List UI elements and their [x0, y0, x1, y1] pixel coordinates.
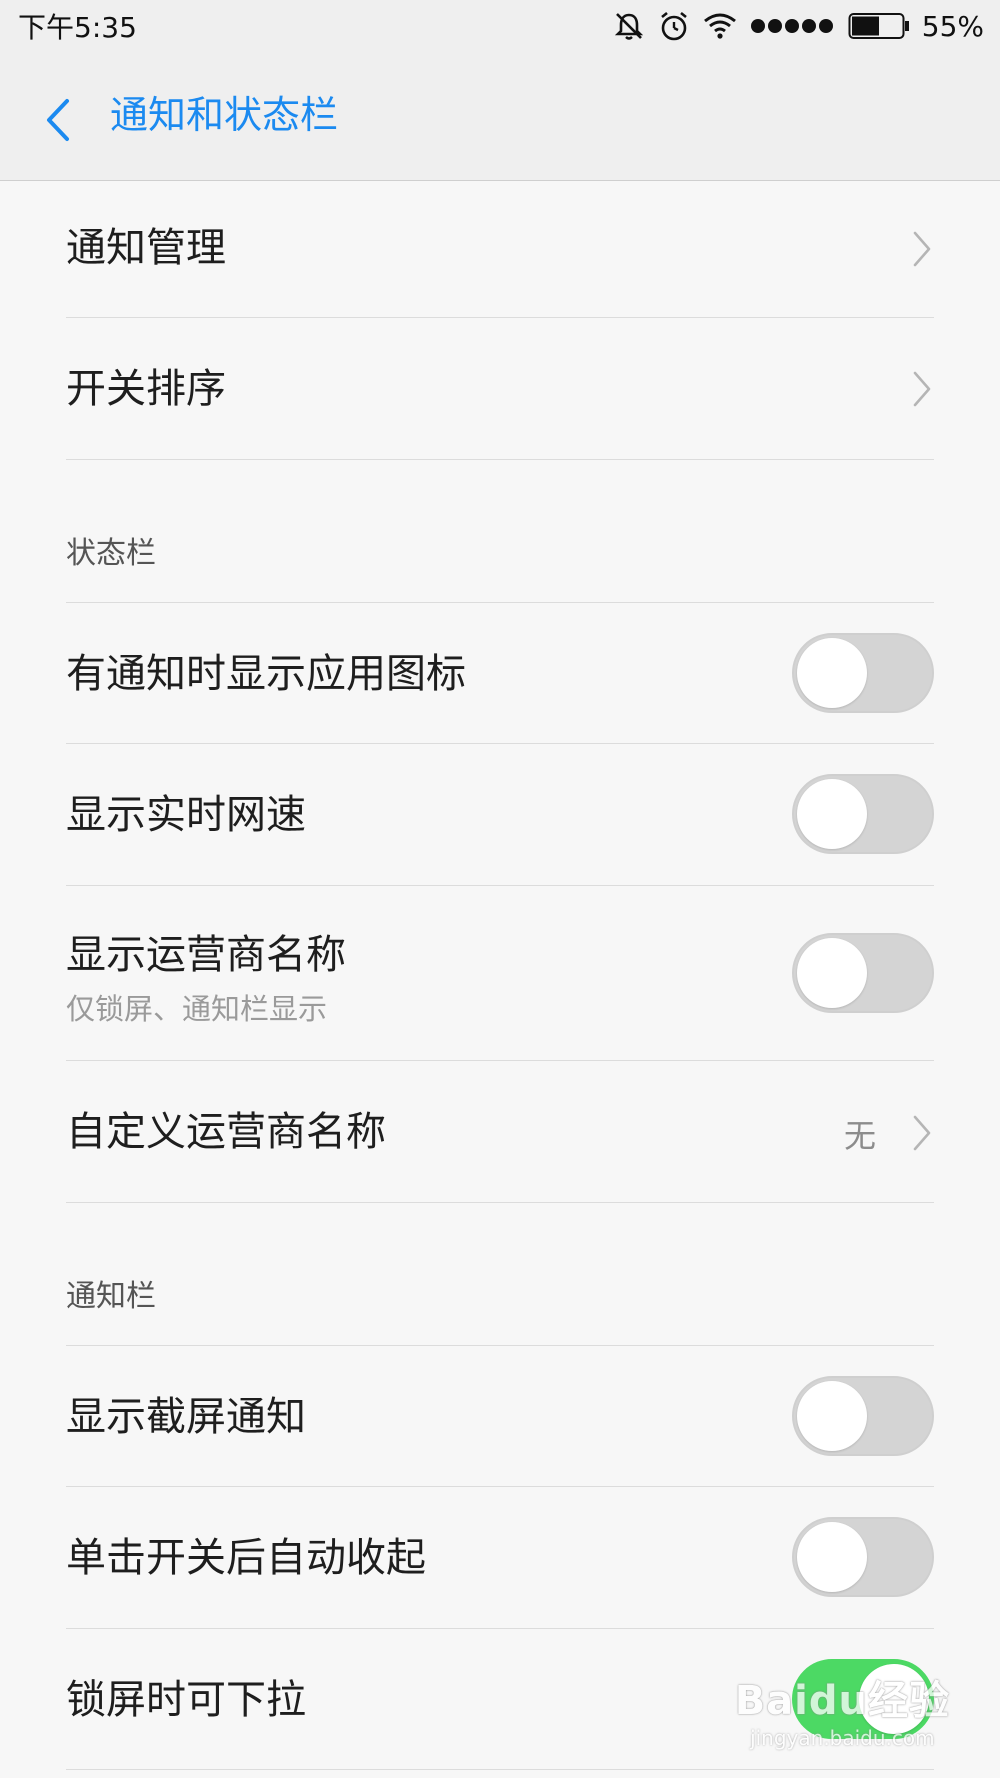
row-label: 有通知时显示应用图标	[66, 651, 466, 697]
watermark-sub: jingyan.baidu.com	[750, 1726, 935, 1750]
battery-icon	[848, 12, 910, 40]
row-label: 显示实时网速	[66, 792, 306, 838]
custom-carrier-name-item[interactable]: 自定义运营商名称 无	[66, 1061, 934, 1203]
auto-collapse-item: 单击开关后自动收起	[66, 1487, 934, 1629]
switch-order-item[interactable]: 开关排序	[66, 318, 934, 460]
toggle-knob	[797, 938, 867, 1008]
section-title: 通知栏	[66, 1279, 156, 1314]
battery-percent: 55%	[921, 9, 984, 43]
status-time: 下午5:35	[18, 11, 137, 44]
row-label: 通知管理	[66, 225, 226, 271]
toggle-knob	[797, 638, 867, 708]
toggle-knob	[797, 1381, 867, 1451]
status-bar: 下午5:35 55%	[0, 0, 1000, 50]
page-title: 通知和状态栏	[110, 93, 339, 137]
row-label: 单击开关后自动收起	[66, 1535, 426, 1581]
row-value: 无	[843, 1117, 876, 1155]
chevron-right-icon	[913, 1115, 931, 1151]
show-screenshot-notification-item: 显示截屏通知	[66, 1346, 934, 1487]
auto-collapse-toggle[interactable]	[792, 1517, 934, 1597]
header: 通知和状态栏	[0, 50, 1000, 181]
show-network-speed-item: 显示实时网速	[66, 744, 934, 886]
status-icons: 55%	[612, 6, 984, 46]
row-label: 显示截屏通知	[66, 1394, 306, 1440]
section-title: 状态栏	[66, 536, 156, 571]
show-network-speed-toggle[interactable]	[792, 774, 934, 854]
show-carrier-name-toggle[interactable]	[792, 933, 934, 1013]
chevron-left-icon	[47, 99, 69, 141]
row-label: 开关排序	[66, 366, 226, 412]
section-header-notification-bar: 通知栏	[66, 1203, 934, 1346]
row-label: 显示运营商名称	[66, 932, 346, 978]
row-label: 锁屏时可下拉	[66, 1677, 306, 1723]
mute-icon	[612, 9, 646, 43]
toggle-knob	[797, 1522, 867, 1592]
show-screenshot-notification-toggle[interactable]	[792, 1376, 934, 1456]
watermark-main: Baidu经验	[734, 1678, 950, 1724]
alarm-icon	[658, 10, 690, 42]
section-header-status-bar: 状态栏	[66, 460, 934, 603]
watermark: Baidu经验 jingyan.baidu.com	[735, 1668, 950, 1750]
show-app-icon-toggle[interactable]	[792, 633, 934, 713]
show-carrier-name-item: 显示运营商名称 仅锁屏、通知栏显示	[66, 886, 934, 1061]
settings-list: 通知管理 开关排序 状态栏 有通知时显示应用图标 显示实时网速 显示运营商名称 …	[0, 181, 1000, 1770]
toggle-knob	[797, 779, 867, 849]
notification-management-item[interactable]: 通知管理	[66, 181, 934, 318]
chevron-right-icon	[913, 231, 931, 267]
show-app-icon-item: 有通知时显示应用图标	[66, 603, 934, 744]
signal-icon	[750, 16, 836, 36]
wifi-icon	[702, 11, 738, 41]
row-label: 自定义运营商名称	[66, 1109, 386, 1155]
chevron-right-icon	[913, 371, 931, 407]
back-button[interactable]	[36, 90, 80, 150]
row-sublabel: 仅锁屏、通知栏显示	[66, 992, 328, 1026]
